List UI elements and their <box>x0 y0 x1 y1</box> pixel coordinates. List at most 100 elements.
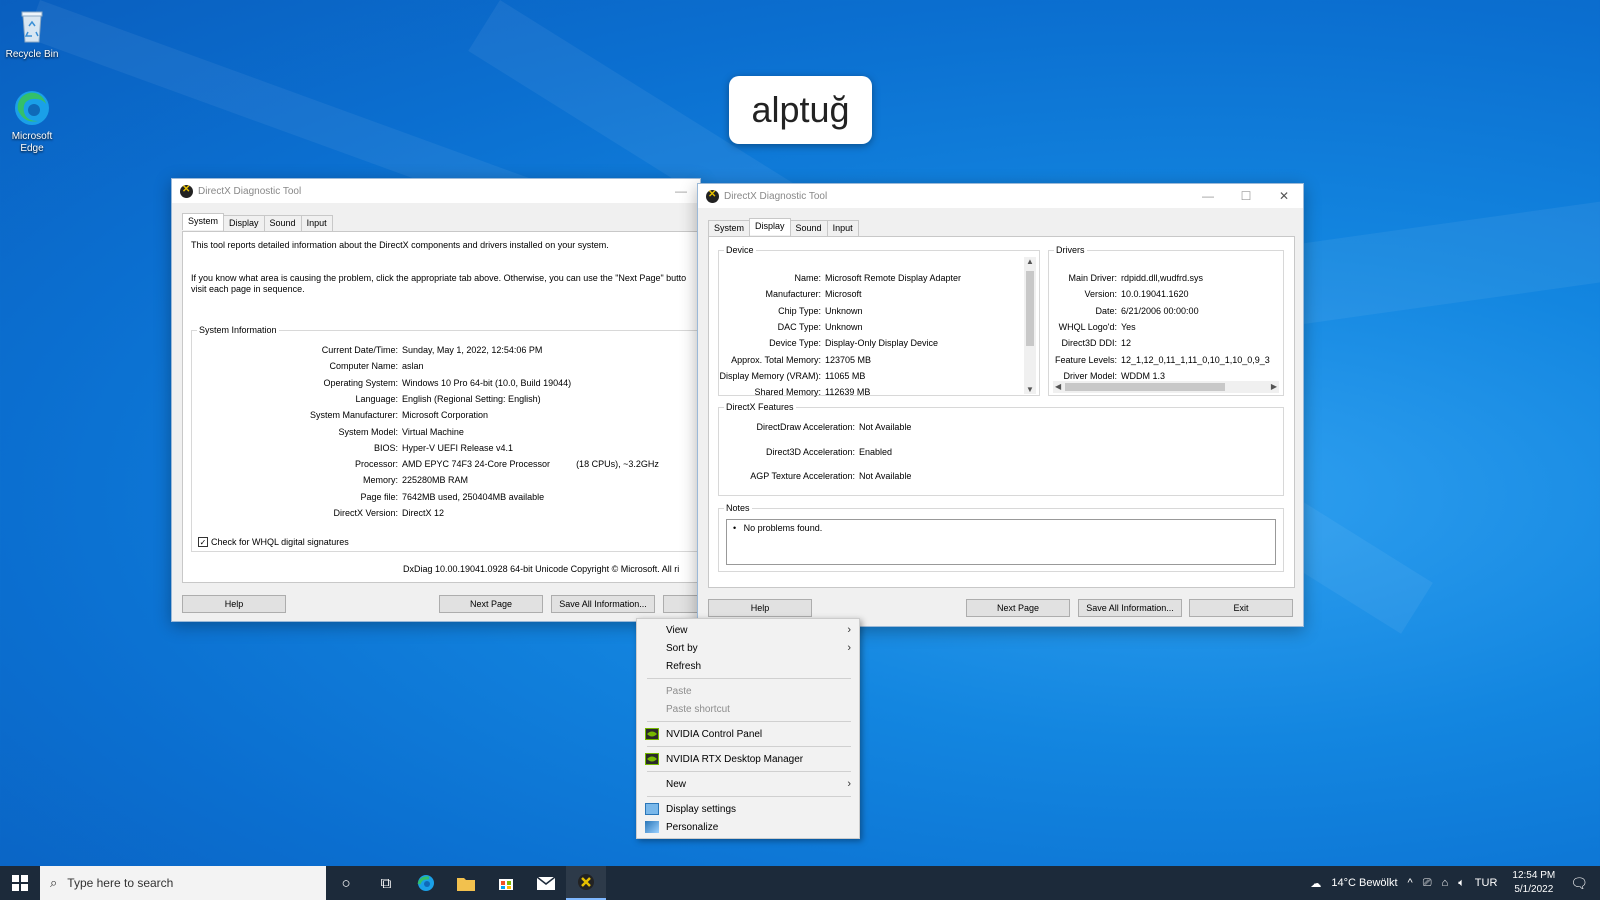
meet-now-icon[interactable]: ⎚ <box>1423 877 1432 890</box>
info-key: Name: <box>794 273 821 283</box>
info-row: Memory: 225280MB RAM <box>192 475 468 485</box>
dxdiag-window-display[interactable]: DirectX Diagnostic Tool — ☐ ✕ System Dis… <box>697 183 1304 627</box>
search-icon: ⌕ <box>50 875 58 890</box>
notes-group: Notes • No problems found. <box>718 503 1284 572</box>
taskbar-file-explorer[interactable] <box>446 866 486 900</box>
menu-item-nvidia-rtx-desktop-manager[interactable]: NVIDIA RTX Desktop Manager <box>637 750 859 768</box>
task-view-button[interactable]: ⧉ <box>366 866 406 900</box>
weather-icon[interactable]: ☁ <box>1310 877 1321 890</box>
info-key: Display Memory (VRAM): <box>719 370 821 381</box>
info-value: Windows 10 Pro 64-bit (10.0, Build 19044… <box>402 377 572 388</box>
menu-item-view[interactable]: View › <box>637 621 859 639</box>
menu-item-display-settings[interactable]: Display settings <box>637 800 859 818</box>
taskbar-search-box[interactable]: ⌕ Type here to search <box>40 866 326 900</box>
clock[interactable]: 12:54 PM 5/1/2022 <box>1512 869 1555 897</box>
desktop-icon-recycle-bin[interactable]: Recycle Bin <box>2 6 62 61</box>
exit-button[interactable]: Exit <box>1189 599 1293 617</box>
tab-sound[interactable]: Sound <box>263 215 302 232</box>
menu-item-label: Personalize <box>666 821 719 833</box>
save-all-button[interactable]: Save All Information... <box>551 595 655 613</box>
help-button[interactable]: Help <box>708 599 812 617</box>
network-icon[interactable]: ⌂ <box>1442 877 1449 889</box>
nvidia-icon <box>645 753 659 765</box>
info-key: DirectDraw Acceleration: <box>756 422 855 432</box>
maximize-button[interactable]: ☐ <box>1227 189 1265 203</box>
bullet-icon: • <box>733 523 744 533</box>
device-scrollbar[interactable]: ▲ ▼ <box>1024 257 1036 394</box>
menu-item-paste-shortcut: Paste shortcut <box>637 700 859 718</box>
whql-checkbox-row[interactable]: ✓ Check for WHQL digital signatures <box>198 537 349 547</box>
info-row: Version: 10.0.19041.1620 <box>1049 289 1188 300</box>
cortana-button[interactable]: ○ <box>326 866 366 900</box>
info-row: System Manufacturer: Microsoft Corporatio… <box>192 410 488 420</box>
minimize-button[interactable]: — <box>1189 189 1227 203</box>
tab-display[interactable]: Display <box>749 218 791 235</box>
info-row: DirectDraw Acceleration: Not Available <box>719 422 911 432</box>
taskbar-mail[interactable] <box>526 866 566 900</box>
info-row: Processor: AMD EPYC 74F3 24-Core Processo… <box>192 459 659 469</box>
intro-text-1: This tool reports detailed information a… <box>191 240 609 250</box>
next-page-button[interactable]: Next Page <box>439 595 543 613</box>
menu-item-personalize[interactable]: Personalize <box>637 818 859 836</box>
volume-icon[interactable]: 🔈︎ <box>1458 877 1465 890</box>
info-key: Page file: <box>360 491 398 502</box>
menu-item-nvidia-control-panel[interactable]: NVIDIA Control Panel <box>637 725 859 743</box>
weather-text[interactable]: 14°C Bewölkt <box>1331 877 1397 889</box>
notifications-icon[interactable]: 🗨︎ <box>1570 875 1588 892</box>
next-page-button[interactable]: Next Page <box>966 599 1070 617</box>
desktop-context-menu: View › Sort by › Refresh Paste Paste short… <box>636 618 860 839</box>
info-row: System Model: Virtual Machine <box>192 427 463 437</box>
notes-box[interactable]: • No problems found. <box>726 519 1276 565</box>
info-value: Display-Only Display Device <box>825 338 939 349</box>
scroll-up-icon[interactable]: ▲ <box>1026 257 1034 266</box>
window-titlebar[interactable]: DirectX Diagnostic Tool — <box>172 179 700 203</box>
info-value: Microsoft Remote Display Adapter <box>825 273 962 283</box>
info-row: Feature Levels: 12_1,12_0,11_1,11_0,10_1,… <box>1049 355 1270 365</box>
info-key: Language: <box>355 393 398 404</box>
taskbar-edge[interactable] <box>406 866 446 900</box>
help-button[interactable]: Help <box>182 595 286 613</box>
info-value: 123705 MB <box>825 354 872 365</box>
tab-input[interactable]: Input <box>826 220 859 237</box>
taskbar-store[interactable] <box>486 866 526 900</box>
tab-system[interactable]: System <box>182 213 225 230</box>
info-value: Sunday, May 1, 2022, 12:54:06 PM <box>402 345 543 355</box>
info-key: Version: <box>1084 289 1117 300</box>
exit-button[interactable] <box>663 595 700 613</box>
whql-checkbox[interactable]: ✓ <box>198 537 208 547</box>
drivers-hscrollbar[interactable]: ◀ ▶ <box>1053 381 1279 393</box>
group-title: System Information <box>197 325 279 335</box>
scroll-right-icon[interactable]: ▶ <box>1271 382 1277 391</box>
menu-item-label: View <box>666 624 688 636</box>
start-button[interactable] <box>0 866 40 900</box>
tab-sound[interactable]: Sound <box>789 220 828 237</box>
menu-item-refresh[interactable]: Refresh <box>637 657 859 675</box>
info-row: BIOS: Hyper-V UEFI Release v4.1 <box>192 443 513 453</box>
clock-time: 12:54 PM <box>1512 870 1556 881</box>
menu-item-label: NVIDIA RTX Desktop Manager <box>666 753 804 765</box>
menu-item-new[interactable]: New › <box>637 775 859 793</box>
minimize-button[interactable]: — <box>662 184 700 198</box>
language-indicator[interactable]: TUR <box>1475 877 1498 889</box>
menu-item-sort-by[interactable]: Sort by › <box>637 639 859 657</box>
scroll-down-icon[interactable]: ▼ <box>1026 385 1034 394</box>
tab-input[interactable]: Input <box>300 215 333 232</box>
taskbar-dxdiag[interactable] <box>566 866 606 900</box>
tab-display[interactable]: Display <box>223 215 265 232</box>
scroll-thumb[interactable] <box>1026 271 1034 346</box>
dxdiag-window-system[interactable]: DirectX Diagnostic Tool — System Display… <box>171 178 701 622</box>
info-key: System Manufacturer: <box>309 410 398 421</box>
close-button[interactable]: ✕ <box>1265 189 1303 203</box>
window-titlebar[interactable]: DirectX Diagnostic Tool — ☐ ✕ <box>698 184 1303 208</box>
windows-icon <box>12 875 28 891</box>
desktop-icon-edge[interactable]: Microsoft Edge <box>2 88 62 155</box>
tab-system[interactable]: System <box>708 220 751 237</box>
scroll-left-icon[interactable]: ◀ <box>1055 382 1061 391</box>
save-all-button[interactable]: Save All Information... <box>1078 599 1182 617</box>
info-value: 7642MB used, 250404MB available <box>402 491 545 502</box>
chevron-up-icon[interactable]: ^ <box>1408 877 1413 889</box>
scroll-thumb[interactable] <box>1065 383 1225 391</box>
directx-icon <box>706 189 719 203</box>
info-row: Device Type: Display-Only Display Device <box>719 338 938 348</box>
menu-item-label: Paste <box>666 685 692 697</box>
